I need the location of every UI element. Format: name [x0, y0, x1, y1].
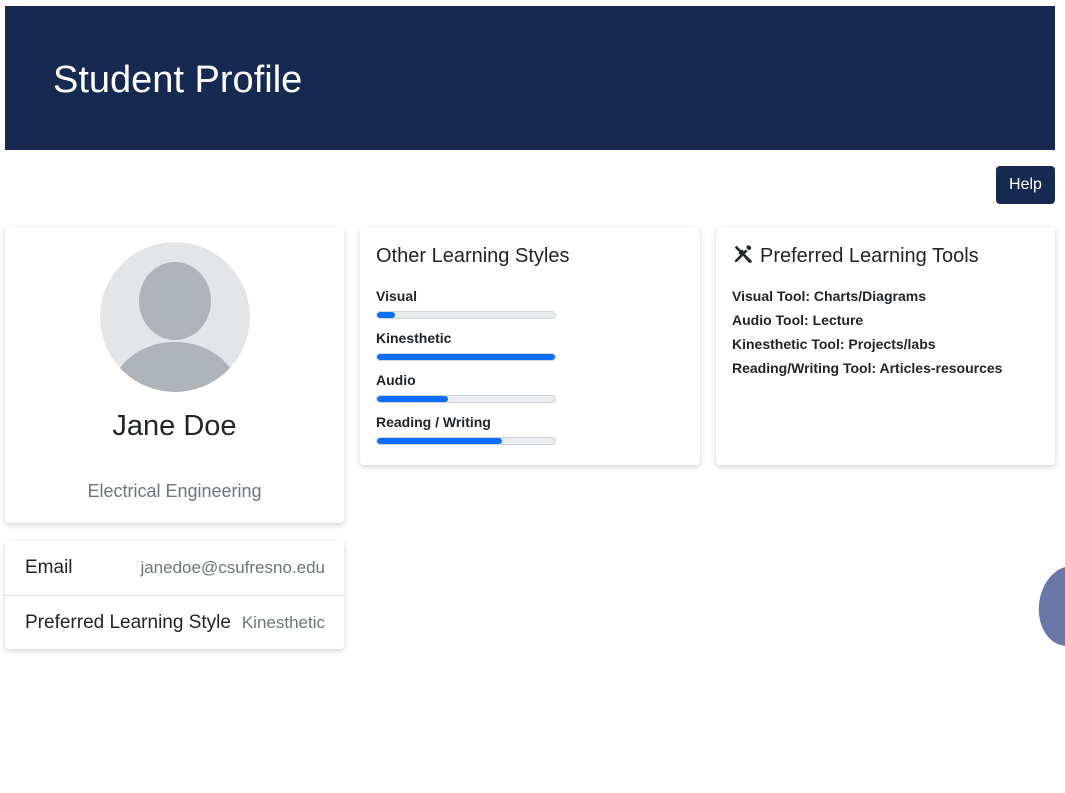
email-label: Email [25, 557, 73, 578]
progress-fill-reading-writing [377, 438, 502, 444]
progress-fill-kinesthetic [377, 354, 555, 360]
page-title: Student Profile [53, 59, 303, 101]
tool-audio: Audio Tool: Lecture [732, 312, 864, 328]
learning-tools-card: Preferred Learning Tools Visual Tool: Ch… [716, 227, 1055, 465]
learning-styles-title: Other Learning Styles [376, 245, 570, 267]
learning-style-label: Preferred Learning Style [25, 612, 231, 633]
style-label-kinesthetic: Kinesthetic [376, 330, 452, 346]
learning-styles-card: Other Learning Styles Visual Kinesthetic… [360, 227, 700, 465]
tool-reading-writing: Reading/Writing Tool: Articles-resources [732, 360, 1003, 376]
style-label-visual: Visual [376, 288, 417, 304]
style-label-reading-writing: Reading / Writing [376, 414, 491, 430]
tool-kinesthetic: Kinesthetic Tool: Projects/labs [732, 336, 936, 352]
profile-card: Jane Doe Electrical Engineering [5, 227, 344, 523]
avatar [100, 242, 250, 392]
info-row-learning-style: Preferred Learning Style Kinesthetic [5, 596, 344, 650]
learning-tools-title: Preferred Learning Tools [760, 245, 979, 267]
tool-visual: Visual Tool: Charts/Diagrams [732, 288, 926, 304]
progress-fill-visual [377, 312, 395, 318]
info-card: Email janedoe@csufresno.edu Preferred Le… [5, 541, 344, 649]
tools-icon [734, 245, 752, 263]
help-button[interactable]: Help [996, 166, 1055, 204]
student-major: Electrical Engineering [87, 481, 262, 501]
learning-style-value: Kinesthetic [241, 613, 325, 632]
info-row-email: Email janedoe@csufresno.edu [5, 541, 344, 596]
decorative-blob [1033, 562, 1065, 650]
avatar-body-shape [110, 342, 240, 392]
style-label-audio: Audio [376, 372, 416, 388]
progress-fill-audio [377, 396, 449, 402]
email-value: janedoe@csufresno.edu [140, 558, 325, 577]
student-name: Jane Doe [112, 410, 237, 442]
avatar-head-shape [139, 262, 211, 340]
progress-bar-audio [376, 395, 556, 403]
header-banner: Student Profile [5, 6, 1055, 150]
progress-bar-visual [376, 311, 556, 319]
progress-bar-reading-writing [376, 437, 556, 445]
progress-bar-kinesthetic [376, 353, 556, 361]
